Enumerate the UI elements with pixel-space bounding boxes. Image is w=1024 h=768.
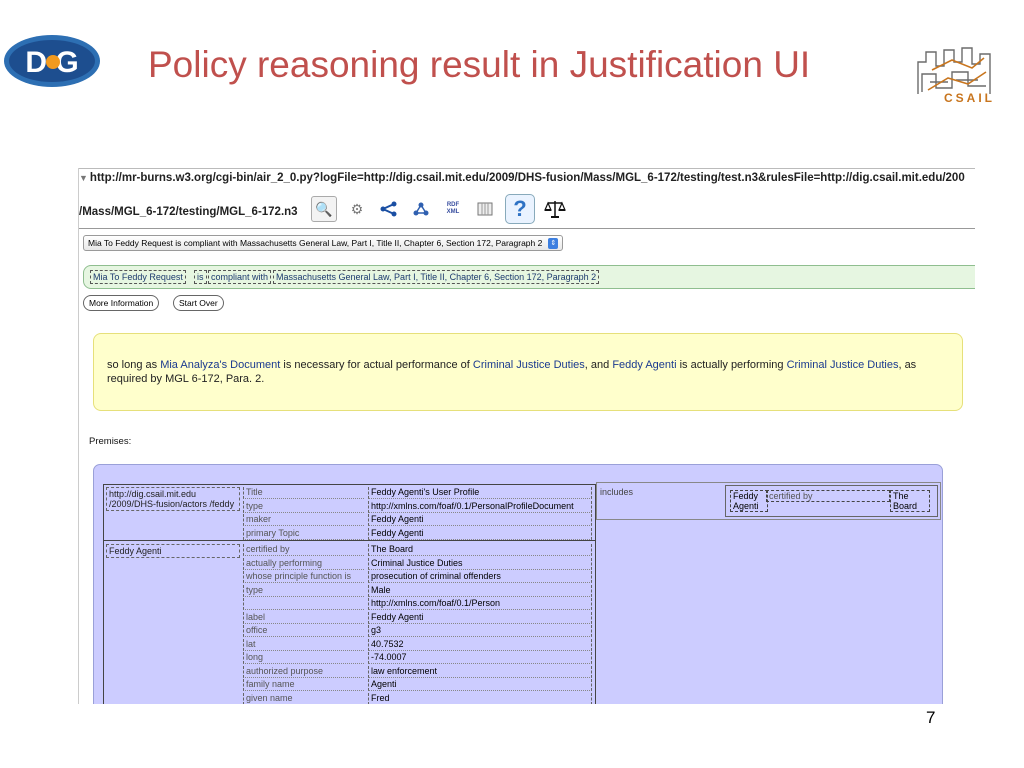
object-cell[interactable]: The Board [368,544,592,556]
result-select[interactable]: Mia To Feddy Request is compliant with M… [83,235,564,251]
link-feddy[interactable]: Feddy Agenti [612,359,676,371]
disclosure-triangle-icon[interactable]: ▼ [79,173,88,183]
object-cell[interactable]: Male [368,584,592,597]
object-cell[interactable]: Feddy Agenti's User Profile [368,487,592,499]
includes-subject[interactable]: Feddy Agenti [730,490,768,512]
predicate-cell: primary Topic [243,527,364,540]
toolbar-divider [79,228,975,229]
csail-wordmark: CSAIL [944,91,995,105]
object-cell[interactable]: Feddy Agenti [368,611,592,624]
includes-predicate: certified by [766,490,890,502]
predicate-cell: certified by [243,544,364,556]
predicate-cell: given name [243,692,364,704]
premises-panel: http://dig.csail.mit.edu /2009/DHS-fusio… [93,464,943,704]
url-line-2[interactable]: /Mass/MGL_6-172/testing/MGL_6-172.n3 [79,206,298,218]
link-duties-2[interactable]: Criminal Justice Duties [787,359,899,371]
start-over-button[interactable]: Start Over [173,295,224,311]
predicate-cell: actually performing [243,557,364,570]
table-icon[interactable] [473,197,497,221]
predicate-cell: office [243,625,364,637]
object-cell[interactable]: http://xmlns.com/foaf/0.1/Person [368,598,592,610]
select-arrow-icon: ⇕ [548,237,559,249]
justification-text: so long as Mia Analyza's Document is nec… [107,359,917,385]
object-cell[interactable]: law enforcement [368,665,592,678]
url-text-1[interactable]: http://mr-burns.w3.org/cgi-bin/air_2_0.p… [90,172,965,184]
predicate-cell: type [243,584,364,597]
url-line-1: ▼ http://mr-burns.w3.org/cgi-bin/air_2_0.… [79,168,975,194]
object-cell[interactable]: Fred [368,692,592,704]
includes-statement: Feddy Agenti certified by The Board [725,485,938,517]
slide-title: Policy reasoning result in Justification… [148,44,811,85]
predicate-cell [243,598,364,610]
predicate-cell: type [243,500,364,513]
includes-object[interactable]: The Board [890,490,930,512]
result-object[interactable]: Massachusetts General Law, Part I, Title… [273,270,600,284]
result-statement: Mia To Feddy Request is compliant with M… [83,265,975,289]
dig-logo: D G [4,35,100,87]
predicate-cell: whose principle function is [243,571,364,583]
page-number: 7 [926,708,936,727]
predicate-cell: Title [243,487,364,499]
object-cell[interactable]: -74.0007 [368,652,592,664]
subject-profile[interactable]: http://dig.csail.mit.edu /2009/DHS-fusio… [106,487,240,511]
more-information-button[interactable]: More Information [83,295,160,311]
result-subject[interactable]: Mia To Feddy Request [90,270,186,284]
object-cell[interactable]: Feddy Agenti [368,527,592,540]
link-duties-1[interactable]: Criminal Justice Duties [473,359,585,371]
predicate-cell: family name [243,679,364,691]
premise-table: http://dig.csail.mit.edu /2009/DHS-fusio… [103,484,596,704]
rdf-xml-icon[interactable]: RDF XML [441,197,465,221]
gear-icon[interactable]: ⚙ [345,197,369,221]
help-icon[interactable]: ? [505,194,535,224]
predicate-cell: long [243,652,364,664]
result-predicate[interactable]: compliant with [208,270,272,284]
justification-ui-window: ▼ http://mr-burns.w3.org/cgi-bin/air_2_0.… [78,168,975,704]
premises-label: Premises: [89,436,132,447]
scales-icon[interactable] [543,197,567,221]
predicate-cell: authorized purpose [243,665,364,678]
object-cell[interactable]: Agenti [368,679,592,691]
includes-panel: includes Feddy Agenti certified by The B… [596,482,941,520]
object-cell[interactable]: prosecution of criminal offenders [368,571,592,583]
object-cell[interactable]: Criminal Justice Duties [368,557,592,570]
predicate-cell: lat [243,638,364,651]
includes-label: includes [600,487,634,497]
inspect-icon[interactable]: 🔍 [311,196,337,222]
molecule-icon[interactable] [409,197,433,221]
object-cell[interactable]: Feddy Agenti [368,514,592,526]
toolbar: 🔍 ⚙ RDF XML ? [311,194,567,224]
result-is: is [194,270,207,284]
object-cell[interactable]: http://xmlns.com/foaf/0.1/PersonalProfil… [368,500,592,513]
predicate-cell: maker [243,514,364,526]
result-select-value: Mia To Feddy Request is compliant with M… [88,238,543,248]
subject-feddy[interactable]: Feddy Agenti [106,544,240,558]
subject-divider [104,540,595,541]
share-graph-icon[interactable] [377,197,401,221]
justification-box: so long as Mia Analyza's Document is nec… [93,333,963,411]
object-cell[interactable]: 40.7532 [368,638,592,651]
object-cell[interactable]: g3 [368,625,592,637]
link-document[interactable]: Mia Analyza's Document [160,359,280,371]
predicate-cell: label [243,611,364,624]
